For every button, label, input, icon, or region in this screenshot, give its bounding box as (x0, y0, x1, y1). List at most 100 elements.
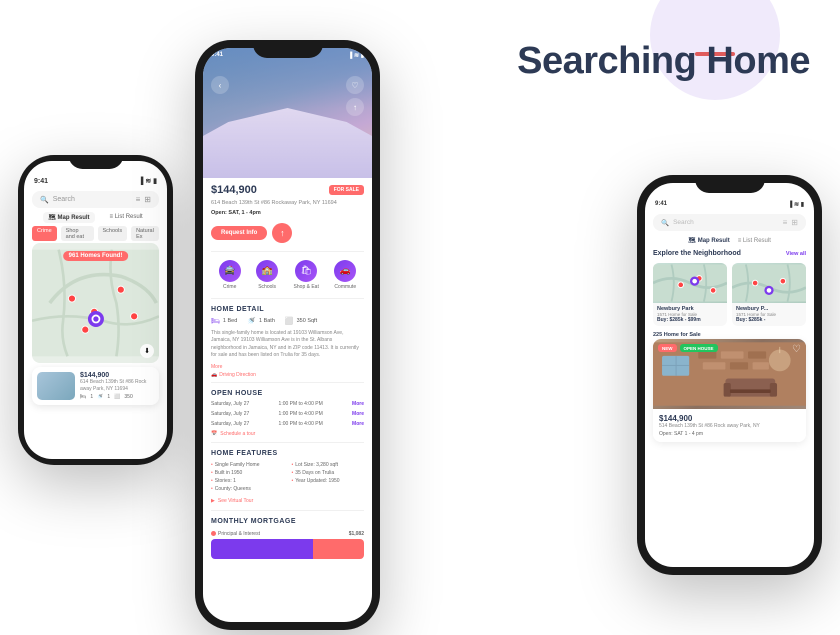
featured-home-open: Open: SAT 1 - 4 pm (659, 431, 800, 437)
sqft-detail-icon: ⬜ (285, 317, 294, 325)
neighborhood-price-1: Buy: $285k - $99m (657, 317, 723, 323)
chip-natural[interactable]: Natural Ex (131, 226, 159, 241)
chip-crime[interactable]: Crime (32, 226, 57, 241)
home-detail-title: HOME DETAIL (203, 302, 372, 315)
chart-segment-interest (313, 539, 364, 559)
virtual-tour-link[interactable]: ▶ See Virtual Tour (203, 495, 372, 507)
open-house-time-3: 1:00 PM to 4:00 PM (279, 421, 323, 427)
bed-detail-icon: 🛏 (211, 317, 220, 325)
sale-badge: FOR SALE (329, 185, 364, 195)
property-address: 614 Beach 139th St #86 Rock away Park, N… (80, 379, 154, 392)
bath-count-detail: 1 Bath (259, 318, 275, 324)
neighborhood-map-1 (653, 263, 727, 303)
divider-1 (211, 251, 364, 252)
map-tab-icon: 🗺 (688, 237, 696, 244)
bath-detail: 🚿 1 Bath (247, 317, 275, 325)
phone-mid-mockup: 9:41 ▐ ≋ ▮ ‹ ♡ ↑ $144,900 FOR SALE 614 B… (195, 40, 380, 630)
tab-right-list[interactable]: ≡ List Result (738, 237, 771, 244)
phone-left-time: 9:41 (34, 178, 48, 185)
phone-left-search[interactable]: 🔍 Search ≡ ⊞ (32, 191, 159, 208)
property-price: $144,900 (80, 372, 154, 379)
right-menu-icon[interactable]: ≡ (783, 218, 788, 227)
chip-shop[interactable]: Shop and eat (61, 226, 94, 241)
back-button[interactable]: ‹ (211, 76, 229, 94)
home-badges: NEW OPEN HOUSE (658, 344, 718, 352)
phone-mid-notch (253, 40, 323, 58)
filter-icon[interactable]: ⊞ (144, 195, 151, 204)
more-link[interactable]: More (203, 363, 372, 371)
bed-detail: 🛏 1 Bed (211, 317, 237, 325)
phone-left-property-card[interactable]: $144,900 614 Beach 139th St #86 Rock awa… (32, 367, 159, 405)
schedule-tour-link[interactable]: 📅 Schedule a tour (203, 429, 372, 439)
right-filter-icon[interactable]: ⊞ (791, 218, 798, 227)
crime-icon: 🚔 (219, 260, 241, 282)
bath-detail-icon: 🚿 (247, 317, 256, 325)
view-all-link[interactable]: View all (786, 251, 806, 257)
property-info: $144,900 614 Beach 139th St #86 Rock awa… (80, 372, 154, 400)
new-badge: NEW (658, 344, 677, 352)
divider-2 (211, 298, 364, 299)
neighborhood-info-1: Newbury Park 1571 Home for Sale Buy: $28… (653, 303, 727, 326)
action-buttons: Request Info ↑ (203, 218, 372, 248)
more-link-1[interactable]: More (352, 401, 364, 407)
cat-schools[interactable]: 🏫 Schools (256, 260, 278, 290)
sqft-count: 350 (124, 394, 132, 400)
featured-home-card[interactable]: NEW OPEN HOUSE ♡ $144,900 514 Beach 139t… (653, 339, 806, 442)
more-link-2[interactable]: More (352, 411, 364, 417)
house-illustration (203, 108, 372, 178)
download-icon[interactable]: ⬇ (140, 344, 154, 358)
open-house-date-3: Saturday, July 27 (211, 421, 249, 427)
navigate-button[interactable]: ↑ (272, 223, 292, 243)
mortgage-legend-dot (211, 531, 216, 536)
neighborhood-price-2: Buy: $285k - (736, 317, 802, 323)
driving-direction-link[interactable]: 🚗 Driving Direction (203, 371, 372, 379)
hero-icons: ▐ ≋ ▮ (348, 52, 364, 59)
favorite-heart-icon[interactable]: ♡ (792, 344, 801, 355)
schools-icon: 🏫 (256, 260, 278, 282)
property-meta: 🛏 1 🚿 1 ⬜ 350 (80, 394, 154, 400)
favorite-icon[interactable]: ♡ (346, 76, 364, 94)
homes-found-badge: 961 Homes Found! (63, 251, 129, 261)
neighborhood-info-2: Newbury P... 1571 Home for Sale Buy: $28… (732, 303, 806, 326)
vr-icon: ▶ (211, 498, 215, 504)
calendar-icon: 📅 (211, 431, 217, 437)
features-col-1: • Single Family Home • Built in 1950 • S… (211, 461, 284, 493)
phone-right-screen: 9:41 ▐ ≋ ▮ 🔍 Search ≡ ⊞ 🗺 Map Result ≡ L… (645, 183, 814, 567)
tab-right-map[interactable]: 🗺 Map Result (688, 237, 730, 244)
menu-icon[interactable]: ≡ (136, 195, 141, 204)
map-icon: 🗺 (48, 215, 56, 221)
more-link-3[interactable]: More (352, 421, 364, 427)
feature-4: • County: Queens (211, 485, 284, 493)
mortgage-label: Principal & Interest (218, 531, 260, 537)
category-icons-row: 🚔 Crime 🏫 Schools 🛍 Shop & Eat 🚗 Commute (203, 255, 372, 295)
mortgage-chart (211, 539, 364, 559)
tab-list-result[interactable]: ≡ List Result (105, 212, 148, 223)
neighborhood-card-1[interactable]: Newbury Park 1571 Home for Sale Buy: $28… (653, 263, 727, 326)
chip-schools[interactable]: Schools (98, 226, 128, 241)
featured-home-image: NEW OPEN HOUSE ♡ (653, 339, 806, 409)
neighborhood-map-svg-1 (653, 263, 727, 303)
filter-chips: Crime Shop and eat Schools Natural Ex (32, 226, 159, 241)
crime-label: Crime (223, 284, 236, 290)
share-icon[interactable]: ↑ (346, 98, 364, 116)
bath-count: 1 (107, 394, 110, 400)
cat-commute[interactable]: 🚗 Commute (334, 260, 356, 290)
phone-right-time: 9:41 (655, 201, 667, 208)
neighborhood-cards-row: Newbury Park 1571 Home for Sale Buy: $28… (645, 260, 814, 329)
featured-home-price: $144,900 (659, 414, 800, 423)
property-description: This single-family home is located at 19… (203, 327, 372, 363)
phone-right-tabs: 🗺 Map Result ≡ List Result (645, 234, 814, 247)
page-title: Searching Home (517, 40, 810, 84)
phone-right-search[interactable]: 🔍 Search ≡ ⊞ (653, 214, 806, 231)
neighborhood-card-2[interactable]: Newbury P... 1571 Home for Sale Buy: $28… (732, 263, 806, 326)
request-info-button[interactable]: Request Info (211, 226, 267, 240)
tab-map-result[interactable]: 🗺 Map Result (43, 212, 94, 223)
phone-left-mockup: 9:41 ▐ ≋ ▮ 🔍 Search ≡ ⊞ 🗺 Map Result ≡ L… (18, 155, 173, 465)
feature-5: • Lot Size: 3,280 sqft (292, 461, 365, 469)
homes-for-sale-count: 225 Home for Sale (645, 329, 814, 339)
divider-4 (211, 442, 364, 443)
feature-7: • Year Updated: 1950 (292, 477, 365, 485)
phone-left-notch (68, 155, 123, 169)
cat-shop-eat[interactable]: 🛍 Shop & Eat (294, 260, 319, 290)
cat-crime[interactable]: 🚔 Crime (219, 260, 241, 290)
